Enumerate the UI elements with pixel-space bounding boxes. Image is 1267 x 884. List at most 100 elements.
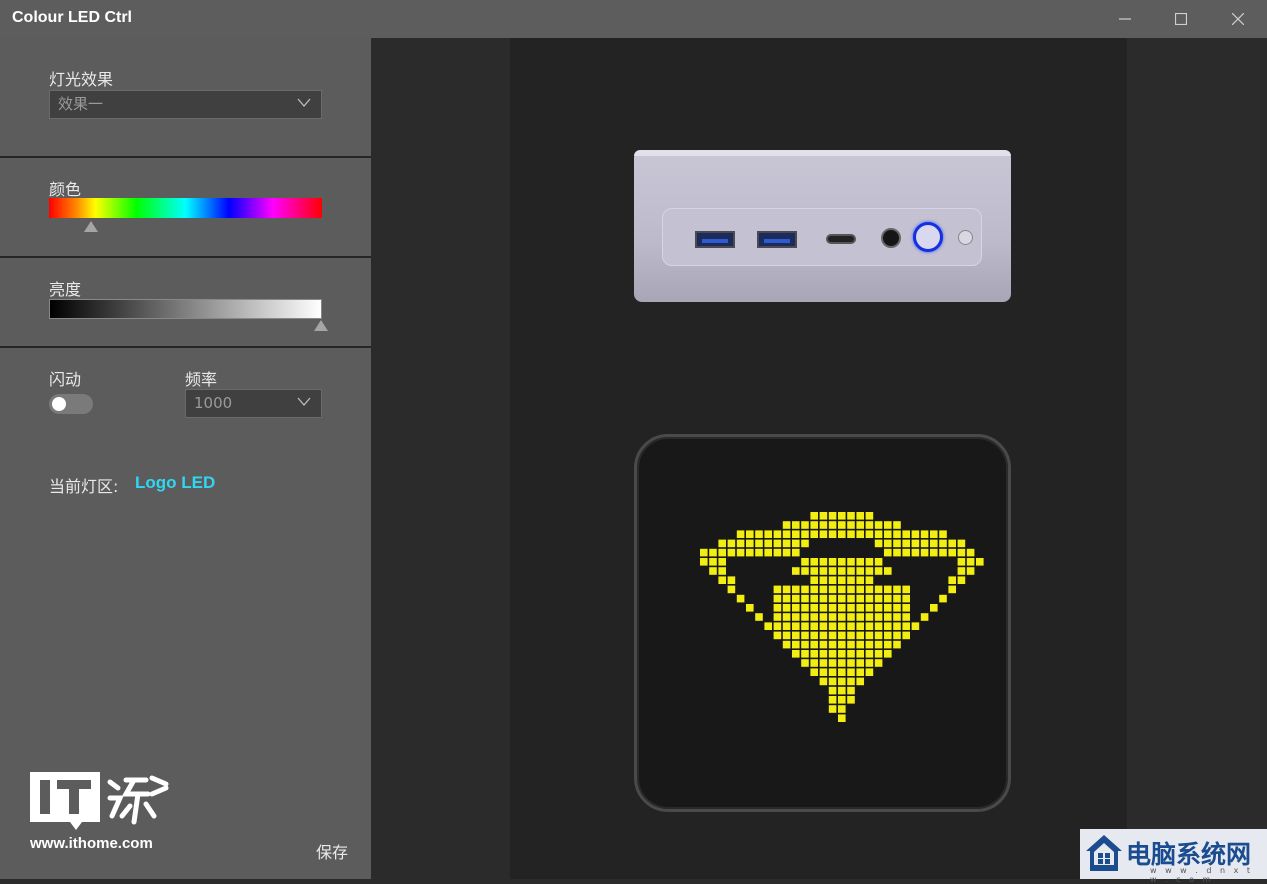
led-pixel: [828, 696, 837, 704]
settings-sidebar: [0, 38, 371, 879]
led-pixel: [865, 530, 874, 538]
led-pixel: [782, 613, 791, 621]
led-pixel: [838, 714, 846, 722]
led-pixel: [911, 530, 920, 538]
led-pixel: [847, 594, 855, 603]
led-pixel: [810, 668, 818, 676]
led-pixel: [801, 640, 809, 649]
led-pixel: [810, 604, 818, 612]
led-pixel: [801, 567, 809, 575]
led-pixel: [865, 594, 874, 603]
led-pixel: [893, 548, 901, 557]
led-pixel: [920, 530, 929, 538]
led-pixel: [948, 585, 956, 594]
led-pixel: [847, 585, 855, 594]
led-pixel: [810, 512, 818, 520]
led-pixel: [856, 521, 864, 529]
brand-url: w w w . d n x t w . c o m: [1150, 866, 1253, 884]
led-pixel: [902, 530, 910, 538]
led-pixel: [773, 548, 782, 557]
color-slider-handle[interactable]: [84, 221, 98, 232]
led-pixel: [819, 576, 828, 584]
led-pixel: [847, 668, 855, 676]
led-pixel: [939, 548, 947, 557]
minimize-button[interactable]: [1097, 0, 1153, 38]
led-pixel: [874, 558, 883, 566]
led-pixel: [948, 548, 956, 557]
led-pixel: [792, 622, 800, 630]
led-pixel: [792, 585, 800, 594]
led-pixel: [874, 622, 883, 630]
led-pixel: [902, 604, 910, 612]
led-pixel: [828, 650, 837, 658]
led-pixel: [819, 558, 828, 566]
led-pixel: [856, 530, 864, 538]
led-pixel: [838, 594, 846, 603]
led-pixel: [847, 650, 855, 658]
led-pixel: [773, 604, 782, 612]
led-pixel: [874, 659, 883, 667]
led-pixel: [865, 558, 874, 566]
led-pixel: [828, 631, 837, 640]
led-pixel: [893, 521, 901, 529]
led-pixel: [773, 539, 782, 548]
led-pixel: [976, 558, 984, 566]
divider: [0, 156, 371, 158]
led-pixel: [810, 521, 818, 529]
led-pixel: [801, 594, 809, 603]
led-pixel: [856, 650, 864, 658]
led-pixel: [746, 548, 754, 557]
brightness-slider[interactable]: [49, 299, 322, 319]
led-pixel: [939, 530, 947, 538]
frequency-select[interactable]: 1000: [185, 389, 322, 418]
led-pixel: [746, 604, 754, 612]
effect-select[interactable]: 效果一: [49, 90, 322, 119]
led-pixel: [966, 548, 975, 557]
led-pixel: [782, 530, 791, 538]
led-pixel: [718, 567, 726, 575]
led-pixel: [718, 558, 726, 566]
led-pixel: [874, 650, 883, 658]
led-pixel: [847, 530, 855, 538]
chevron-down-icon: [297, 397, 311, 406]
led-pixel: [865, 567, 874, 575]
led-pixel: [810, 613, 818, 621]
device-top-view: [634, 434, 1011, 812]
led-pixel: [782, 640, 791, 649]
led-pixel: [874, 613, 883, 621]
led-pixel: [856, 668, 864, 676]
save-button[interactable]: 保存: [316, 839, 348, 863]
led-pixel: [838, 696, 846, 704]
led-pixel: [884, 631, 892, 640]
led-pixel: [819, 512, 828, 520]
led-pixel: [902, 548, 910, 557]
brightness-slider-handle[interactable]: [314, 320, 328, 331]
led-pixel: [838, 521, 846, 529]
color-spectrum-slider[interactable]: [49, 198, 322, 218]
led-pixel: [838, 640, 846, 649]
led-pixel: [865, 622, 874, 630]
led-pixel: [847, 696, 855, 704]
current-zone-value: Logo LED: [135, 473, 216, 492]
status-led-icon: [958, 230, 973, 245]
led-pixel: [828, 640, 837, 649]
flash-label: 闪动: [49, 370, 82, 389]
current-zone-label: 当前灯区:: [49, 477, 119, 496]
led-pixel: [819, 640, 828, 649]
led-pixel: [828, 594, 837, 603]
minimize-icon: [1119, 18, 1131, 20]
maximize-button[interactable]: [1153, 0, 1209, 38]
led-pixel: [838, 677, 846, 686]
led-pixel: [902, 539, 910, 548]
led-pixel: [819, 567, 828, 575]
led-pixel: [792, 521, 800, 529]
led-pixel: [884, 548, 892, 557]
led-pixel: [847, 659, 855, 667]
led-pixel: [819, 622, 828, 630]
led-pixel: [884, 613, 892, 621]
flash-toggle[interactable]: [49, 394, 93, 414]
led-pixel: [865, 512, 874, 520]
led-pixel: [856, 558, 864, 566]
close-button[interactable]: [1210, 0, 1266, 38]
led-pixel: [709, 567, 717, 575]
